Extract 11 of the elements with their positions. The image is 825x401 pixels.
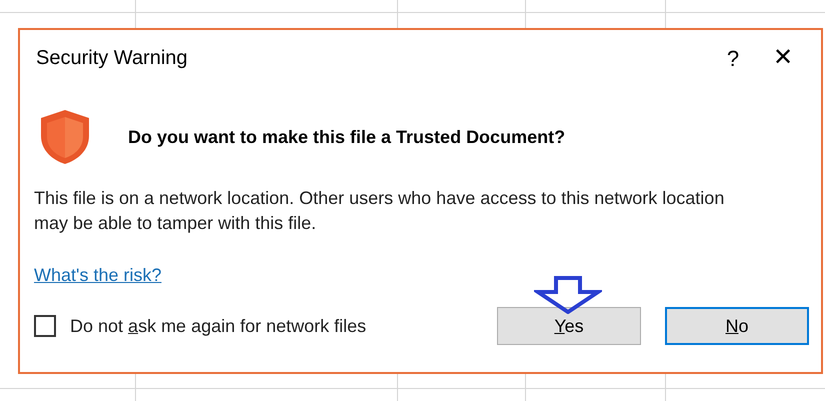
no-button[interactable]: No (665, 307, 809, 345)
close-button[interactable]: ✕ (753, 40, 813, 76)
risk-link[interactable]: What's the risk? (34, 262, 162, 289)
warning-message: This file is on a network location. Other users who have access to this network location may be able to tamper with this file. (33, 187, 726, 235)
network-files-checkbox[interactable]: Do not ask me again for network files (34, 312, 366, 340)
shield-icon (38, 108, 92, 166)
window-title: Security Warning (36, 46, 188, 71)
question-text: Do you want to make this file a Trusted Document? (128, 126, 566, 149)
down-arrow-drawing (534, 276, 602, 314)
yes-button[interactable]: Yes (497, 307, 641, 345)
help-button[interactable]: ? (713, 42, 753, 74)
